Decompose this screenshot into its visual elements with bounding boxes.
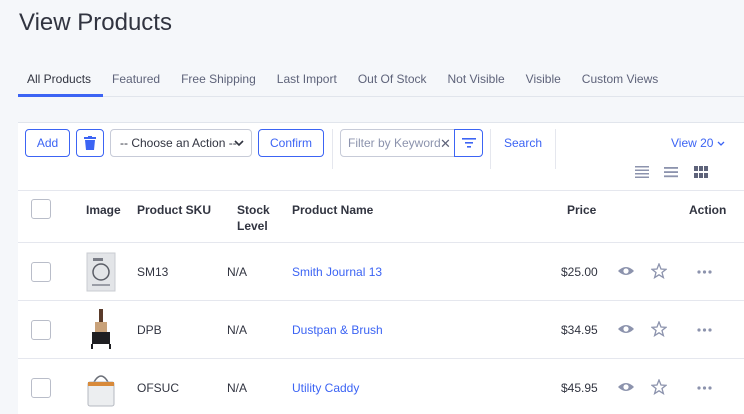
stock-level: N/A: [227, 265, 248, 279]
column-header-image: Image: [86, 203, 121, 217]
keyword-filter-input[interactable]: Filter by Keyword ✕: [340, 129, 483, 157]
product-name-link[interactable]: Smith Journal 13: [292, 265, 382, 279]
tab-bar: All Products Featured Free Shipping Last…: [18, 64, 744, 97]
grid-view-icon[interactable]: [694, 166, 708, 178]
toolbar: Add -- Choose an Action -- Confirm Filte…: [18, 123, 744, 191]
toolbar-divider: [332, 129, 333, 169]
star-icon[interactable]: [651, 263, 667, 279]
stock-level: N/A: [227, 323, 248, 337]
product-thumbnail-journal[interactable]: [85, 251, 117, 293]
product-name-link[interactable]: Dustpan & Brush: [292, 323, 383, 337]
row-checkbox[interactable]: [31, 262, 51, 282]
row-checkbox[interactable]: [31, 378, 51, 398]
select-all-checkbox[interactable]: [31, 199, 51, 219]
clear-icon[interactable]: ✕: [440, 136, 451, 152]
column-header-sku[interactable]: Product SKU: [137, 202, 211, 218]
chevron-down-icon: [717, 141, 725, 146]
column-header-price[interactable]: Price: [567, 202, 596, 218]
product-sku: SM13: [137, 265, 169, 279]
column-header-stock[interactable]: Stock Level: [237, 202, 270, 234]
tab-out-of-stock[interactable]: Out Of Stock: [349, 64, 439, 97]
caddy-image: [87, 375, 115, 407]
product-name-link[interactable]: Utility Caddy: [292, 381, 359, 395]
product-sku: OFSUC: [137, 381, 179, 395]
products-panel: Add -- Choose an Action -- Confirm Filte…: [18, 122, 744, 414]
toolbar-divider: [490, 129, 491, 169]
table-row: SM13 N/A Smith Journal 13 $25.00: [18, 243, 744, 301]
star-icon[interactable]: [651, 379, 667, 395]
stock-level: N/A: [227, 381, 248, 395]
view-count-label: View 20: [671, 136, 714, 150]
add-button[interactable]: Add: [25, 129, 70, 157]
eye-icon[interactable]: [617, 323, 635, 335]
chevron-down-icon: [234, 140, 244, 147]
column-header-name[interactable]: Product Name: [292, 202, 373, 218]
eye-icon[interactable]: [617, 265, 635, 277]
confirm-button[interactable]: Confirm: [258, 129, 324, 157]
product-price: $25.00: [561, 265, 598, 279]
filter-placeholder: Filter by Keyword: [348, 136, 441, 150]
toolbar-divider: [555, 129, 556, 169]
product-thumbnail-dustpan[interactable]: [85, 308, 117, 350]
more-options-icon[interactable]: [697, 386, 712, 390]
tab-visible[interactable]: Visible: [517, 64, 573, 97]
table-row: OFSUC N/A Utility Caddy $45.95: [18, 359, 744, 414]
more-options-icon[interactable]: [697, 270, 712, 274]
row-checkbox[interactable]: [31, 320, 51, 340]
list-view-icon[interactable]: [635, 166, 649, 178]
search-button[interactable]: Search: [504, 136, 542, 150]
tab-not-visible[interactable]: Not Visible: [439, 64, 517, 97]
tab-custom-views[interactable]: Custom Views: [573, 64, 670, 97]
trash-icon: [84, 136, 96, 150]
product-sku: DPB: [137, 323, 162, 337]
column-header-stock-line2: Level: [237, 219, 268, 233]
action-select-value: -- Choose an Action --: [120, 136, 237, 150]
star-icon[interactable]: [651, 321, 667, 337]
product-price: $34.95: [561, 323, 598, 337]
compact-view-icon[interactable]: [664, 166, 678, 178]
product-price: $45.95: [561, 381, 598, 395]
filter-button[interactable]: [454, 129, 483, 157]
more-options-icon[interactable]: [697, 328, 712, 332]
view-count-select[interactable]: View 20: [671, 136, 725, 150]
column-header-action: Action: [689, 203, 727, 217]
table-row: DPB N/A Dustpan & Brush $34.95: [18, 301, 744, 359]
eye-icon[interactable]: [617, 381, 635, 393]
tab-featured[interactable]: Featured: [103, 64, 172, 97]
page-title: View Products: [19, 9, 172, 36]
table-header: Image Product SKU Stock Level Product Na…: [18, 192, 744, 243]
action-select[interactable]: -- Choose an Action --: [110, 129, 252, 157]
journal-image: [86, 252, 116, 292]
delete-button[interactable]: [76, 129, 104, 157]
filter-icon: [461, 138, 476, 148]
dustpan-image: [91, 309, 111, 349]
tab-free-shipping[interactable]: Free Shipping: [172, 64, 268, 97]
column-header-stock-line1: Stock: [237, 203, 270, 217]
product-thumbnail-caddy[interactable]: [85, 367, 117, 409]
tab-all-products[interactable]: All Products: [18, 64, 104, 97]
tab-last-import[interactable]: Last Import: [268, 64, 349, 97]
